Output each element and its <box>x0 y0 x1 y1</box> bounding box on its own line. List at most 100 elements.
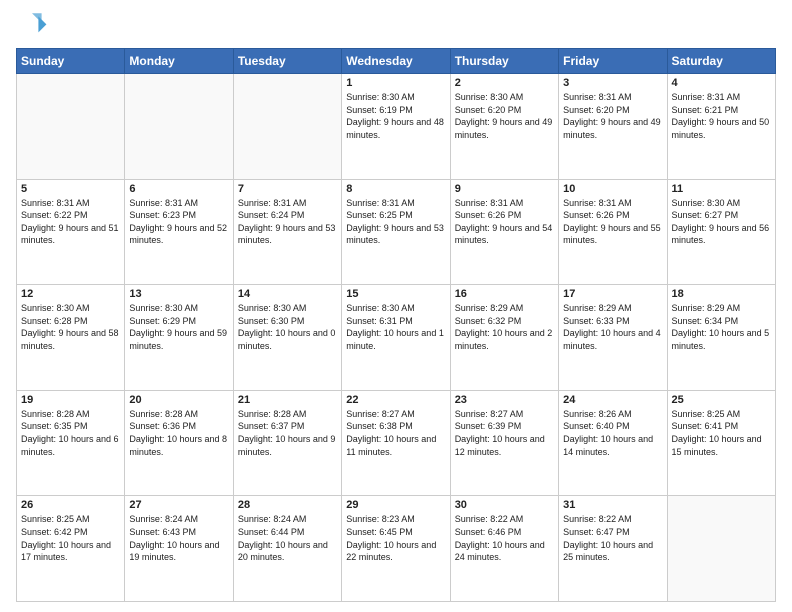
day-number: 14 <box>238 288 337 300</box>
day-number: 7 <box>238 183 337 195</box>
calendar-cell: 25Sunrise: 8:25 AM Sunset: 6:41 PM Dayli… <box>667 390 775 496</box>
day-number: 28 <box>238 499 337 511</box>
calendar-cell: 15 Sunrise: 8:30 AM Sunset: 6:31 PM Dayli… <box>342 285 450 391</box>
day-number: 9 <box>455 183 554 195</box>
calendar-cell: 17Sunrise: 8:29 AM Sunset: 6:33 PM Dayli… <box>559 285 667 391</box>
day-header-monday: Monday <box>125 49 233 74</box>
day-number: 25 <box>672 394 771 406</box>
day-number: 19 <box>21 394 120 406</box>
calendar-cell: 3 Sunrise: 8:31 AM Sunset: 6:20 PM Daylig… <box>559 74 667 180</box>
calendar-cell: 26 Sunrise: 8:25 AM Sunset: 6:42 PM Dayli… <box>17 496 125 602</box>
calendar-cell: 14 Sunrise: 8:30 AM Sunset: 6:30 PM Dayli… <box>233 285 341 391</box>
calendar-cell: 8 Sunrise: 8:31 AM Sunset: 6:25 PM Daylig… <box>342 179 450 285</box>
day-header-sunday: Sunday <box>17 49 125 74</box>
day-number: 2 <box>455 77 554 89</box>
logo <box>16 10 52 42</box>
header <box>16 10 776 42</box>
calendar-week-4: 19 Sunrise: 8:28 AM Sunset: 6:35 PM Dayli… <box>17 390 776 496</box>
day-header-friday: Friday <box>559 49 667 74</box>
calendar-cell: 4Sunrise: 8:31 AM Sunset: 6:21 PM Daylig… <box>667 74 775 180</box>
calendar-cell: 6 Sunrise: 8:31 AM Sunset: 6:23 PM Daylig… <box>125 179 233 285</box>
calendar-cell: 22 Sunrise: 8:27 AM Sunset: 6:38 PM Dayli… <box>342 390 450 496</box>
calendar-cell <box>667 496 775 602</box>
day-number: 26 <box>21 499 120 511</box>
day-number: 18 <box>672 288 771 300</box>
day-number: 22 <box>346 394 445 406</box>
day-info: Sunrise: 8:31 AM Sunset: 6:20 PM Dayligh… <box>563 91 662 141</box>
day-info: Sunrise: 8:27 AM Sunset: 6:38 PM Dayligh… <box>346 408 445 458</box>
calendar-cell: 13 Sunrise: 8:30 AM Sunset: 6:29 PM Dayli… <box>125 285 233 391</box>
calendar-cell: 9 Sunrise: 8:31 AM Sunset: 6:26 PM Daylig… <box>450 179 558 285</box>
day-info: Sunrise: 8:30 AM Sunset: 6:29 PM Dayligh… <box>129 302 228 352</box>
day-info: Sunrise: 8:31 AM Sunset: 6:26 PM Dayligh… <box>455 197 554 247</box>
day-info: Sunrise: 8:22 AM Sunset: 6:47 PM Dayligh… <box>563 513 662 563</box>
calendar-week-5: 26 Sunrise: 8:25 AM Sunset: 6:42 PM Dayli… <box>17 496 776 602</box>
calendar-week-3: 12 Sunrise: 8:30 AM Sunset: 6:28 PM Dayli… <box>17 285 776 391</box>
calendar-cell <box>17 74 125 180</box>
calendar-cell: 28 Sunrise: 8:24 AM Sunset: 6:44 PM Dayli… <box>233 496 341 602</box>
calendar-header-row: SundayMondayTuesdayWednesdayThursdayFrid… <box>17 49 776 74</box>
calendar-cell: 10Sunrise: 8:31 AM Sunset: 6:26 PM Dayli… <box>559 179 667 285</box>
day-info: Sunrise: 8:31 AM Sunset: 6:26 PM Dayligh… <box>563 197 662 247</box>
calendar-cell: 19 Sunrise: 8:28 AM Sunset: 6:35 PM Dayli… <box>17 390 125 496</box>
day-header-tuesday: Tuesday <box>233 49 341 74</box>
day-number: 4 <box>672 77 771 89</box>
day-info: Sunrise: 8:24 AM Sunset: 6:44 PM Dayligh… <box>238 513 337 563</box>
day-info: Sunrise: 8:25 AM Sunset: 6:42 PM Dayligh… <box>21 513 120 563</box>
day-info: Sunrise: 8:28 AM Sunset: 6:35 PM Dayligh… <box>21 408 120 458</box>
logo-icon <box>16 10 48 42</box>
day-number: 27 <box>129 499 228 511</box>
day-number: 15 <box>346 288 445 300</box>
day-number: 5 <box>21 183 120 195</box>
day-info: Sunrise: 8:29 AM Sunset: 6:33 PM Dayligh… <box>563 302 662 352</box>
day-number: 21 <box>238 394 337 406</box>
calendar-cell: 29 Sunrise: 8:23 AM Sunset: 6:45 PM Dayli… <box>342 496 450 602</box>
day-info: Sunrise: 8:26 AM Sunset: 6:40 PM Dayligh… <box>563 408 662 458</box>
day-info: Sunrise: 8:30 AM Sunset: 6:27 PM Dayligh… <box>672 197 771 247</box>
day-number: 1 <box>346 77 445 89</box>
calendar-week-1: 1Sunrise: 8:30 AM Sunset: 6:19 PM Daylig… <box>17 74 776 180</box>
day-info: Sunrise: 8:22 AM Sunset: 6:46 PM Dayligh… <box>455 513 554 563</box>
calendar-cell: 20 Sunrise: 8:28 AM Sunset: 6:36 PM Dayli… <box>125 390 233 496</box>
page: SundayMondayTuesdayWednesdayThursdayFrid… <box>0 0 792 612</box>
day-number: 16 <box>455 288 554 300</box>
day-info: Sunrise: 8:30 AM Sunset: 6:30 PM Dayligh… <box>238 302 337 352</box>
day-info: Sunrise: 8:28 AM Sunset: 6:37 PM Dayligh… <box>238 408 337 458</box>
day-number: 6 <box>129 183 228 195</box>
day-number: 20 <box>129 394 228 406</box>
calendar-cell <box>233 74 341 180</box>
day-info: Sunrise: 8:30 AM Sunset: 6:31 PM Dayligh… <box>346 302 445 352</box>
day-number: 24 <box>563 394 662 406</box>
calendar-cell: 24 Sunrise: 8:26 AM Sunset: 6:40 PM Dayli… <box>559 390 667 496</box>
day-info: Sunrise: 8:27 AM Sunset: 6:39 PM Dayligh… <box>455 408 554 458</box>
day-info: Sunrise: 8:23 AM Sunset: 6:45 PM Dayligh… <box>346 513 445 563</box>
day-number: 3 <box>563 77 662 89</box>
day-number: 23 <box>455 394 554 406</box>
day-info: Sunrise: 8:31 AM Sunset: 6:25 PM Dayligh… <box>346 197 445 247</box>
day-number: 12 <box>21 288 120 300</box>
calendar-cell: 21 Sunrise: 8:28 AM Sunset: 6:37 PM Dayli… <box>233 390 341 496</box>
calendar-cell: 7 Sunrise: 8:31 AM Sunset: 6:24 PM Daylig… <box>233 179 341 285</box>
calendar-cell: 5 Sunrise: 8:31 AM Sunset: 6:22 PM Daylig… <box>17 179 125 285</box>
day-info: Sunrise: 8:30 AM Sunset: 6:28 PM Dayligh… <box>21 302 120 352</box>
calendar-cell: 16Sunrise: 8:29 AM Sunset: 6:32 PM Dayli… <box>450 285 558 391</box>
calendar-cell: 27 Sunrise: 8:24 AM Sunset: 6:43 PM Dayli… <box>125 496 233 602</box>
day-info: Sunrise: 8:24 AM Sunset: 6:43 PM Dayligh… <box>129 513 228 563</box>
calendar-cell: 12 Sunrise: 8:30 AM Sunset: 6:28 PM Dayli… <box>17 285 125 391</box>
day-number: 8 <box>346 183 445 195</box>
day-info: Sunrise: 8:28 AM Sunset: 6:36 PM Dayligh… <box>129 408 228 458</box>
calendar-cell: 1Sunrise: 8:30 AM Sunset: 6:19 PM Daylig… <box>342 74 450 180</box>
day-info: Sunrise: 8:30 AM Sunset: 6:20 PM Dayligh… <box>455 91 554 141</box>
calendar-cell: 11Sunrise: 8:30 AM Sunset: 6:27 PM Dayli… <box>667 179 775 285</box>
day-number: 29 <box>346 499 445 511</box>
day-header-thursday: Thursday <box>450 49 558 74</box>
day-number: 13 <box>129 288 228 300</box>
day-info: Sunrise: 8:31 AM Sunset: 6:23 PM Dayligh… <box>129 197 228 247</box>
calendar-cell <box>125 74 233 180</box>
day-info: Sunrise: 8:31 AM Sunset: 6:24 PM Dayligh… <box>238 197 337 247</box>
calendar-cell: 2 Sunrise: 8:30 AM Sunset: 6:20 PM Daylig… <box>450 74 558 180</box>
calendar-table: SundayMondayTuesdayWednesdayThursdayFrid… <box>16 48 776 602</box>
calendar-cell: 18Sunrise: 8:29 AM Sunset: 6:34 PM Dayli… <box>667 285 775 391</box>
calendar-cell: 30Sunrise: 8:22 AM Sunset: 6:46 PM Dayli… <box>450 496 558 602</box>
day-info: Sunrise: 8:31 AM Sunset: 6:22 PM Dayligh… <box>21 197 120 247</box>
